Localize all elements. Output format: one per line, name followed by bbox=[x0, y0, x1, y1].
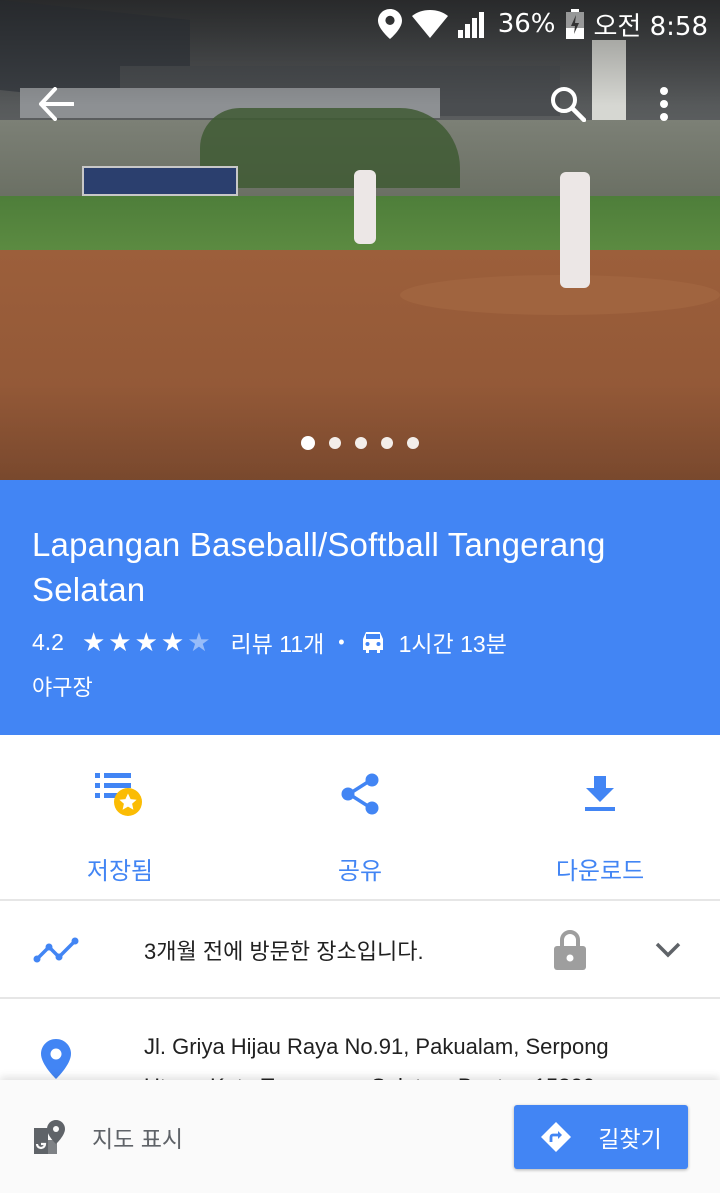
car-icon bbox=[359, 630, 387, 654]
directions-button[interactable]: 길찾기 bbox=[514, 1105, 688, 1169]
arrow-back-icon bbox=[39, 87, 74, 121]
visited-timeline-row[interactable]: 3개월 전에 방문한 장소입니다. bbox=[0, 903, 720, 999]
star-icon: ★ bbox=[81, 627, 106, 657]
more-options-button[interactable] bbox=[636, 76, 692, 132]
place-title: Lapangan Baseball/Softball Tangerang Sel… bbox=[32, 526, 606, 608]
more-vert-icon bbox=[660, 87, 668, 121]
location-pin-icon bbox=[0, 1001, 112, 1091]
action-row: 저장됨 공유 다운로드 bbox=[0, 735, 720, 901]
photo-overlay bbox=[0, 0, 720, 480]
share-label: 공유 bbox=[337, 858, 383, 885]
photo-pager bbox=[0, 436, 720, 450]
photo-page-dot[interactable] bbox=[301, 436, 315, 450]
search-icon bbox=[551, 87, 586, 122]
directions-icon bbox=[541, 1122, 572, 1152]
place-meta: 4.2 ★ ★ ★ ★ ★ 리뷰 11개 • 1시간 13분 bbox=[32, 626, 688, 658]
location-status-icon bbox=[377, 9, 402, 39]
download-label: 다운로드 bbox=[555, 858, 645, 885]
download-button[interactable]: 다운로드 bbox=[480, 735, 720, 899]
review-count[interactable]: 리뷰 11개 bbox=[231, 625, 325, 659]
rating-stars[interactable]: ★ ★ ★ ★ ★ bbox=[82, 629, 211, 655]
bottom-action-bar: 지도 표시 길찾기 bbox=[0, 1080, 720, 1193]
wifi-icon bbox=[411, 10, 448, 38]
star-icon: ★ bbox=[108, 627, 132, 657]
share-button[interactable]: 공유 bbox=[240, 735, 480, 899]
status-bar: 36% 오전 8:58 bbox=[0, 0, 720, 48]
show-map-button[interactable]: 지도 표시 bbox=[34, 1119, 184, 1154]
star-icon: ★ bbox=[134, 627, 158, 657]
search-button[interactable] bbox=[540, 76, 596, 132]
signal-icon bbox=[457, 10, 488, 38]
photo-page-dot[interactable] bbox=[329, 437, 341, 449]
visited-text: 3개월 전에 방문한 장소입니다. bbox=[144, 939, 424, 964]
download-icon bbox=[585, 776, 615, 811]
drive-time[interactable]: 1시간 13분 bbox=[399, 625, 507, 659]
meta-separator: • bbox=[338, 631, 345, 652]
show-map-label: 지도 표시 bbox=[92, 1125, 184, 1152]
address-row[interactable]: Jl. Griya Hijau Raya No.91, Pakualam, Se… bbox=[0, 1001, 720, 1091]
chevron-down-icon[interactable] bbox=[638, 942, 698, 958]
place-category: 야구장 bbox=[32, 675, 93, 700]
photo-page-dot[interactable] bbox=[355, 437, 367, 449]
saved-label: 저장됨 bbox=[86, 858, 154, 885]
lock-icon bbox=[540, 929, 600, 971]
map-icon bbox=[34, 1119, 65, 1154]
battery-percent: 36% bbox=[497, 9, 556, 39]
place-photo[interactable] bbox=[0, 0, 720, 480]
photo-page-dot[interactable] bbox=[381, 437, 393, 449]
saved-list-icon bbox=[95, 773, 142, 816]
place-header: Lapangan Baseball/Softball Tangerang Sel… bbox=[0, 480, 720, 735]
battery-icon bbox=[565, 9, 584, 39]
timeline-icon bbox=[0, 937, 112, 963]
star-icon: ★ bbox=[187, 627, 211, 657]
rating-value: 4.2 bbox=[32, 628, 64, 655]
photo-page-dot[interactable] bbox=[407, 437, 419, 449]
saved-button[interactable]: 저장됨 bbox=[0, 735, 240, 899]
back-button[interactable] bbox=[28, 76, 84, 132]
star-icon: ★ bbox=[160, 627, 185, 657]
address-text: Jl. Griya Hijau Raya No.91, Pakualam, Se… bbox=[144, 1034, 609, 1091]
clock: 오전 8:58 bbox=[593, 11, 709, 42]
share-icon bbox=[341, 773, 379, 815]
directions-label: 길찾기 bbox=[598, 1126, 662, 1152]
